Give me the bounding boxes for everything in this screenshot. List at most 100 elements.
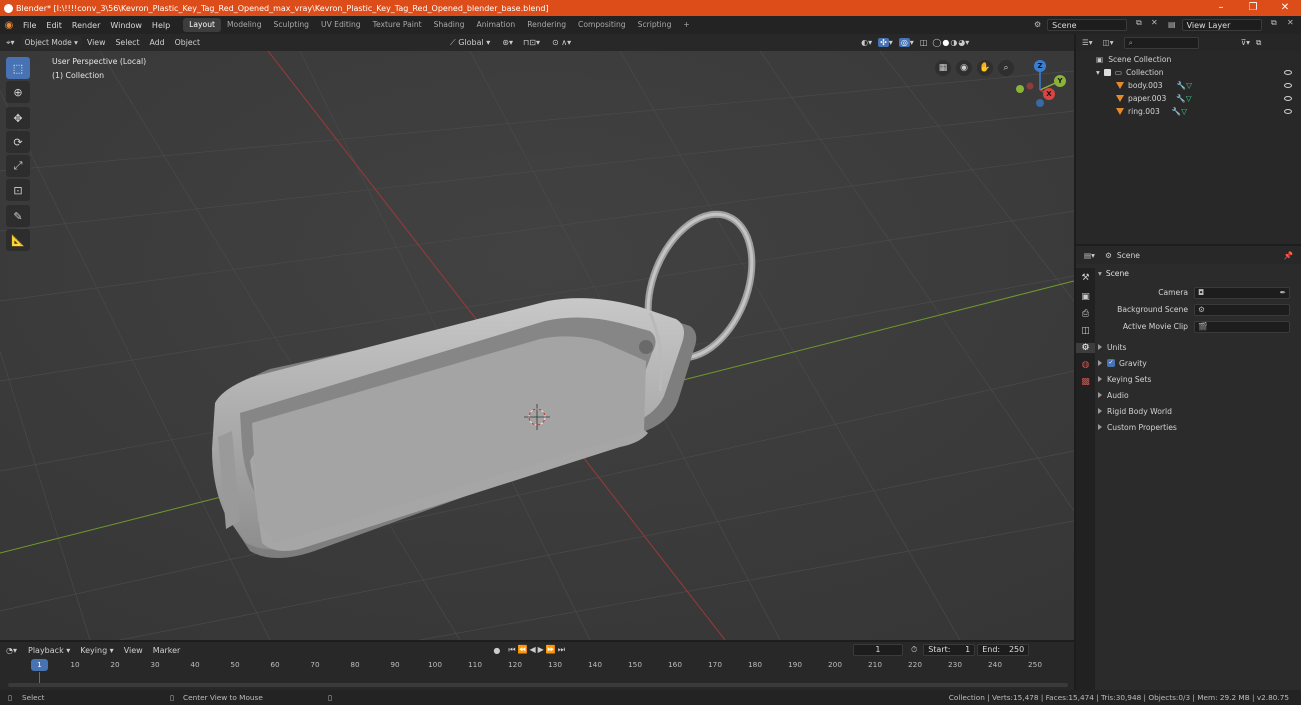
add-workspace-button[interactable]: + [677,18,695,32]
menu-select[interactable]: Select [110,38,144,47]
current-frame-field[interactable]: 1 [852,644,903,656]
new-collection-icon[interactable]: ⧉ [1256,38,1261,48]
outliner-collection-row[interactable]: ▾ ▭ Collection [1076,66,1301,79]
view-layer-selector[interactable]: ▤ View Layer [1168,18,1268,31]
gravity-section[interactable]: ✓ Gravity [1098,355,1298,371]
shading-rendered-icon[interactable]: ◕ [958,38,965,47]
camera-field[interactable]: ◘ ✒ [1194,286,1290,299]
menu-file[interactable]: File [18,21,41,30]
units-section[interactable]: Units [1098,339,1298,355]
outliner-object-paper[interactable]: paper.003 🔧 ▽ [1076,92,1301,105]
move-tool-icon[interactable]: ✥ [6,107,30,129]
timeline-editor-icon[interactable]: ◔▾ [0,646,23,655]
timeline-scrollbar[interactable] [8,683,1068,687]
shading-options-icon[interactable]: ▾ [965,38,969,47]
playhead-indicator[interactable]: 1 [31,659,48,671]
restore-button[interactable]: ❐ [1237,0,1269,16]
tool-tab-icon[interactable]: ⚒ [1076,273,1095,283]
menu-object[interactable]: Object [170,38,205,47]
mesh-data-icon[interactable]: ▽ [1186,94,1192,103]
mode-dropdown[interactable]: Object Mode ▾ [20,36,82,49]
mesh-data-icon[interactable]: ▽ [1181,107,1187,116]
scene-name[interactable]: Scene [1047,18,1128,31]
overlay-toggle-icon[interactable]: ◎ [898,38,910,47]
tab-texture-paint[interactable]: Texture Paint [367,18,428,32]
outliner-object-ring[interactable]: ring.003 🔧 ▽ [1076,105,1301,118]
cursor-tool-icon[interactable]: ⊕ [6,81,30,103]
tab-uv-editing[interactable]: UV Editing [315,18,367,32]
camera-icon[interactable]: ◉ [956,60,972,76]
eyedropper-icon[interactable]: ✒ [1280,288,1286,297]
filter-icon[interactable]: ⊽▾ [1241,38,1250,47]
shading-material-icon[interactable]: ◑ [950,38,957,47]
minimize-button[interactable]: – [1205,0,1237,16]
outliner-scene-collection[interactable]: ▣ Scene Collection [1076,53,1301,66]
modifier-wrench-icon[interactable]: 🔧 [1172,107,1181,116]
shading-wireframe-icon[interactable]: ◯ [932,38,941,47]
audio-section[interactable]: Audio [1098,387,1298,403]
display-mode-icon[interactable]: ◫▾ [1103,38,1114,47]
ring-visibility-eye-icon[interactable] [1284,109,1292,114]
world-tab-icon[interactable]: ◍ [1076,360,1095,370]
mesh-data-icon[interactable]: ▽ [1186,81,1192,90]
custom-properties-section[interactable]: Custom Properties [1098,419,1298,435]
new-view-layer-icon[interactable]: ⧉ [1271,18,1277,28]
output-tab-icon[interactable]: ⎙ [1076,309,1095,319]
blender-menu-icon[interactable]: ◉ [0,20,18,31]
close-button[interactable]: ✕ [1269,0,1301,16]
render-tab-icon[interactable]: ▣ [1076,292,1095,302]
playback-controls[interactable]: ⏮⏪◀▶⏩⏭ [508,645,567,655]
select-box-tool-icon[interactable]: ⬚ [6,57,30,79]
timeline-view-menu[interactable]: View [119,646,148,655]
shading-solid-icon[interactable]: ● [942,38,949,47]
annotate-tool-icon[interactable]: ✎ [6,205,30,227]
proportional-edit-icon[interactable]: ⊙ ∧▾ [552,38,571,47]
toggle-camera-view-icon[interactable]: ▦ [935,60,951,76]
outliner-editor-icon[interactable]: ☰▾ [1082,38,1093,47]
scene-properties-tab-icon[interactable]: ⚙ [1076,343,1095,353]
scale-tool-icon[interactable]: ⤢ [6,155,30,177]
body-visibility-eye-icon[interactable] [1284,83,1292,88]
scene-selector[interactable]: ⚙ Scene [1034,18,1134,31]
expand-arrow-icon[interactable]: ▾ [1096,68,1100,77]
tab-scripting[interactable]: Scripting [632,18,678,32]
keying-sets-section[interactable]: Keying Sets [1098,371,1298,387]
keying-menu[interactable]: Keying ▾ [75,646,118,655]
record-button-icon[interactable]: ● [493,646,500,655]
editor-type-icon[interactable]: ⌖▾ [0,38,21,48]
tab-modeling[interactable]: Modeling [221,18,268,32]
transform-tool-icon[interactable]: ⊡ [6,179,30,201]
gizmo-y-axis[interactable]: Y [1054,75,1066,87]
end-frame-field[interactable]: End: 250 [977,644,1030,656]
tab-sculpting[interactable]: Sculpting [268,18,315,32]
view-layer-tab-icon[interactable]: ◫ [1076,326,1095,336]
visibility-icon[interactable]: ◐▾ [861,38,872,47]
measure-tool-icon[interactable]: 📐 [6,229,30,251]
transform-orientation-dropdown[interactable]: ⟋ Global ▾ [450,38,490,48]
active-movie-clip-field[interactable]: 🎬 [1194,320,1290,333]
collection-visibility-eye-icon[interactable] [1284,70,1292,75]
properties-editor-icon[interactable]: ▤▾ [1084,251,1095,260]
pin-icon[interactable]: 📌 [1284,251,1293,260]
paper-visibility-eye-icon[interactable] [1284,96,1292,101]
menu-add[interactable]: Add [145,38,170,47]
stopwatch-icon[interactable]: ⏱ [911,645,917,655]
scene-panel-header[interactable]: ▾ Scene [1098,266,1298,280]
pan-hand-icon[interactable]: ✋ [977,60,993,76]
modifier-wrench-icon[interactable]: 🔧 [1176,94,1185,103]
tab-animation[interactable]: Animation [471,18,522,32]
menu-view[interactable]: View [82,38,111,47]
tab-rendering[interactable]: Rendering [521,18,572,32]
menu-edit[interactable]: Edit [41,21,67,30]
gizmo-toggle-icon[interactable]: ✣ [878,38,889,47]
gravity-checkbox[interactable]: ✓ [1107,359,1115,367]
background-scene-field[interactable]: ⚙ [1194,303,1290,316]
xray-icon[interactable]: ◫ [920,38,928,47]
tab-layout[interactable]: Layout [183,18,221,32]
tab-compositing[interactable]: Compositing [572,18,632,32]
outliner-search-input[interactable]: ⌕ [1123,36,1199,49]
snap-icon[interactable]: ⊓⊡▾ [523,38,540,47]
rigid-body-world-section[interactable]: Rigid Body World [1098,403,1298,419]
remove-scene-icon[interactable]: ✕ [1151,18,1158,27]
3d-viewport[interactable]: User Perspective (Local) (1) Collection … [0,51,1074,640]
